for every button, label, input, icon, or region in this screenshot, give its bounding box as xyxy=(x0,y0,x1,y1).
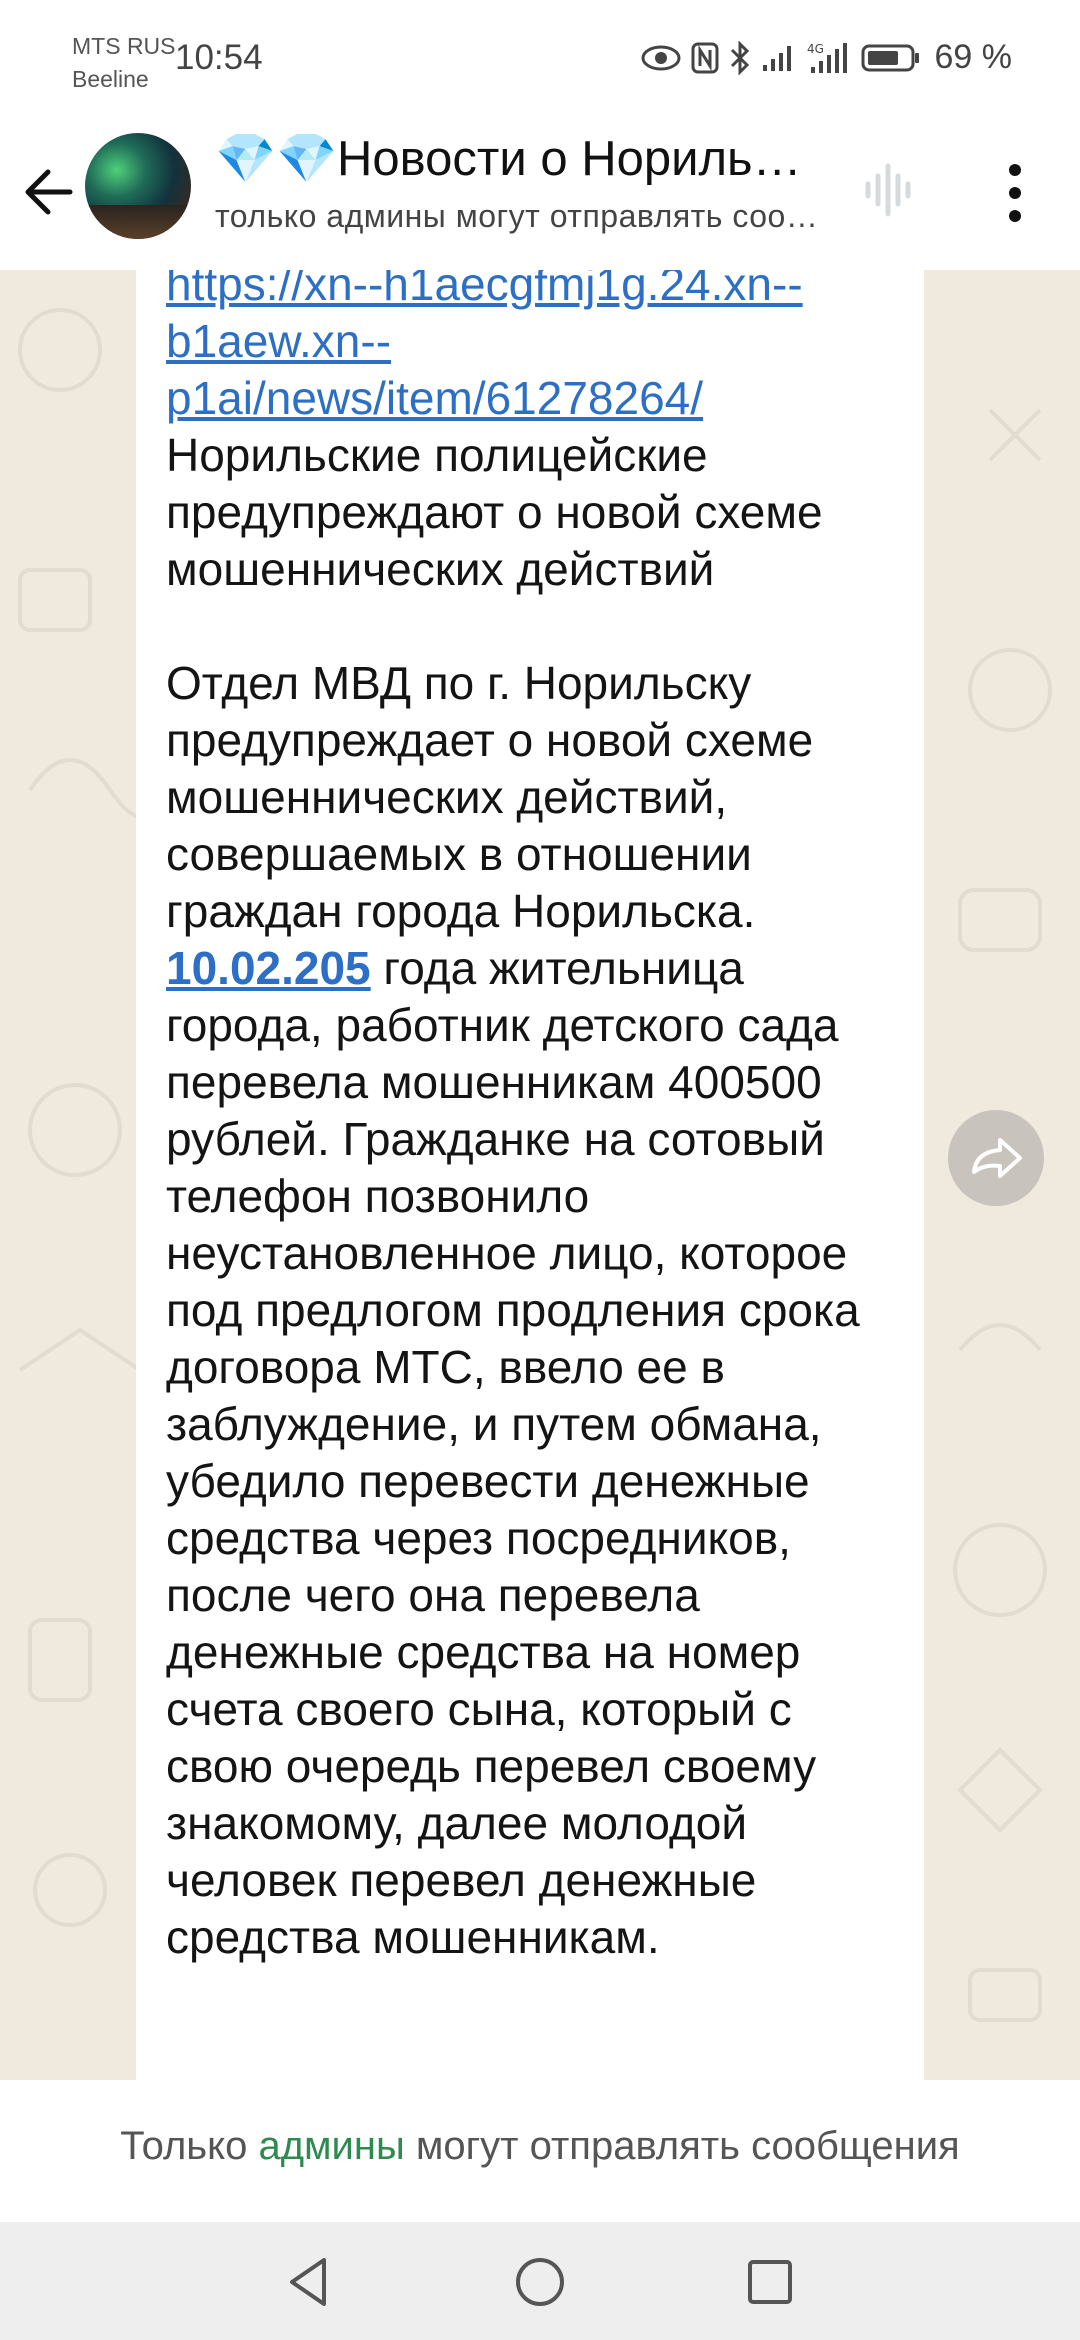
message-headline: Норильские полицейские предупреждают о н… xyxy=(166,429,823,595)
voice-chat-icon[interactable] xyxy=(858,160,918,220)
nav-back-icon[interactable] xyxy=(280,2252,340,2312)
notice-suffix: могут отправлять сообщения xyxy=(404,2124,960,2168)
nav-home-icon[interactable] xyxy=(510,2252,570,2312)
bluetooth-icon xyxy=(729,40,751,75)
status-bar: MTS RUS Beeline 10:54 4G 69 % xyxy=(0,0,1080,120)
forward-arrow-icon[interactable] xyxy=(948,1110,1044,1206)
message-text: https://xn--h1aecgfmj1g.24.xn--b1aew.xn-… xyxy=(166,270,896,1966)
nfc-icon xyxy=(691,42,719,74)
message-paragraph-1: Отдел МВД по г. Норильску предупреждает … xyxy=(166,657,814,937)
nav-recents-icon[interactable] xyxy=(740,2252,800,2312)
carrier-1: MTS RUS xyxy=(72,33,176,59)
channel-avatar[interactable] xyxy=(85,133,191,239)
notice-prefix: Только xyxy=(120,2124,259,2168)
system-icons: 4G 69 % xyxy=(641,38,1013,77)
carrier-info: MTS RUS Beeline xyxy=(72,30,176,96)
carrier-2: Beeline xyxy=(72,66,149,92)
gem-emoji: 💎💎 xyxy=(215,132,338,186)
battery-percent: 69 % xyxy=(934,38,1013,76)
chat-area[interactable]: https://xn--h1aecgfmj1g.24.xn--b1aew.xn-… xyxy=(0,270,1080,2080)
news-link[interactable]: https://xn--h1aecgfmj1g.24.xn--b1aew.xn-… xyxy=(166,270,803,424)
svg-text:4G: 4G xyxy=(807,42,824,56)
message-paragraph-2-text: года жительница города, работник детског… xyxy=(166,942,860,1963)
eye-icon xyxy=(641,44,681,72)
message-paragraph-2: 10.02.205 года жительница города, работн… xyxy=(166,940,896,1966)
read-only-notice: Только админы могут отправлять сообщения xyxy=(0,2124,1080,2169)
signal-icon xyxy=(761,43,797,73)
more-vertical-icon[interactable] xyxy=(995,158,1035,228)
chat-header: 💎💎Новости о Норильске только админы могу… xyxy=(0,120,1080,270)
battery-icon xyxy=(861,43,921,73)
system-nav-bar xyxy=(0,2222,1080,2340)
admins-link[interactable]: админы xyxy=(258,2124,404,2168)
chat-title[interactable]: 💎💎Новости о Норильске xyxy=(215,130,825,187)
signal-4g-icon: 4G xyxy=(807,41,851,75)
read-only-footer: Только админы могут отправлять сообщения xyxy=(0,2080,1080,2222)
arrow-left-icon[interactable] xyxy=(20,160,84,224)
status-time: 10:54 xyxy=(175,38,263,77)
chat-subtitle[interactable]: только админы могут отправлять сообщения xyxy=(215,198,825,235)
date-link[interactable]: 10.02.205 xyxy=(166,942,371,994)
message-bubble[interactable]: https://xn--h1aecgfmj1g.24.xn--b1aew.xn-… xyxy=(136,270,924,2080)
